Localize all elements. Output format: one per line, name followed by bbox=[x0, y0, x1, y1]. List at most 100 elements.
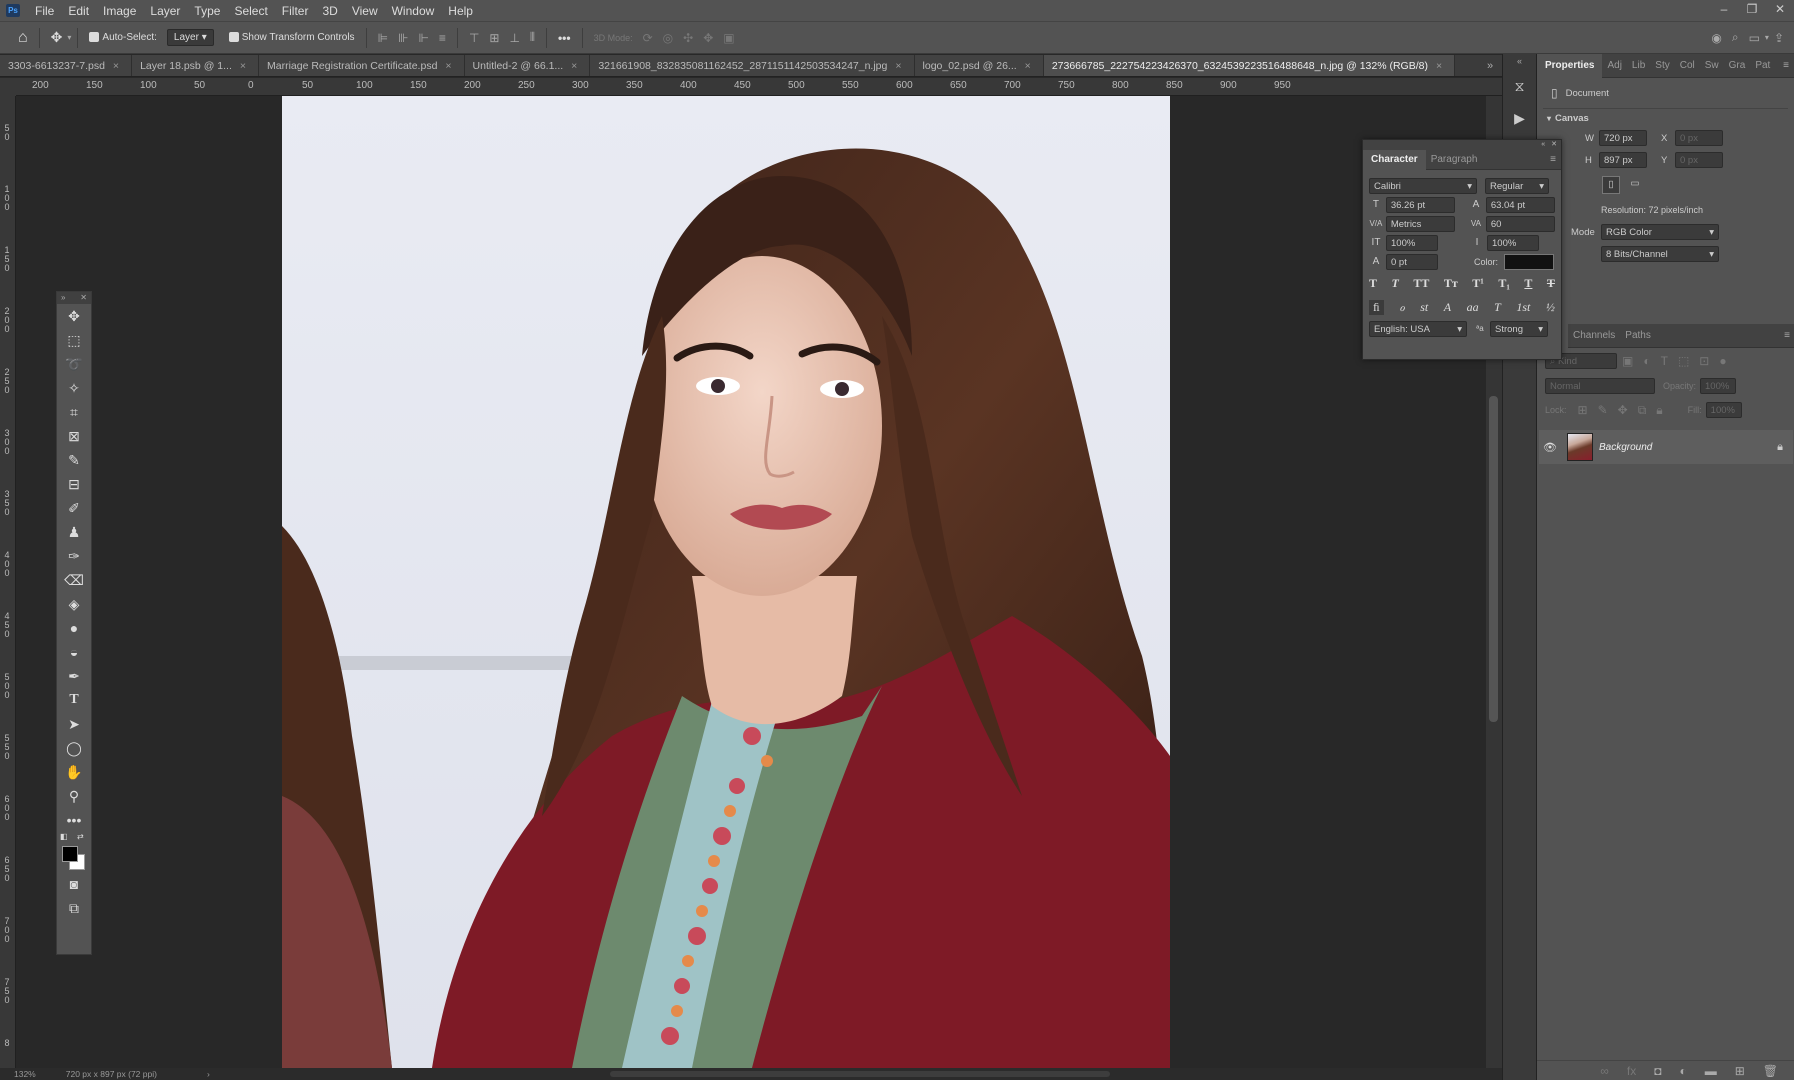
kerning-field[interactable]: Metrics bbox=[1385, 215, 1455, 232]
distribute-icon[interactable]: ≡ bbox=[439, 31, 446, 45]
tab-paragraph[interactable]: Paragraph bbox=[1426, 154, 1483, 165]
tab-swatches[interactable]: Sw bbox=[1700, 60, 1724, 71]
lock-transparent-icon[interactable]: ⊞ bbox=[1578, 403, 1588, 417]
document-tab[interactable]: 3303-6613237-7.psd × bbox=[0, 55, 133, 76]
photoshop-logo-icon[interactable]: Ps bbox=[6, 4, 20, 17]
landscape-orientation-icon[interactable]: ▭ bbox=[1626, 176, 1644, 194]
workspace-icon[interactable]: ▭ bbox=[1749, 31, 1760, 45]
close-icon[interactable]: × bbox=[445, 60, 451, 72]
document-image[interactable] bbox=[282, 96, 1170, 1068]
tab-styles[interactable]: Sty bbox=[1650, 60, 1674, 71]
hand-tool-icon[interactable]: ✋ bbox=[57, 760, 91, 784]
eye-icon[interactable]: 👁︎ bbox=[1539, 441, 1561, 454]
document-tab-active[interactable]: 273666785_222754223426370_63245392235164… bbox=[1043, 55, 1456, 76]
close-icon[interactable]: × bbox=[1025, 60, 1031, 72]
panel-menu-icon[interactable]: ≡ bbox=[1545, 154, 1561, 165]
tab-channels[interactable]: Channels bbox=[1568, 330, 1620, 341]
type-filter-icon[interactable]: T bbox=[1661, 354, 1668, 368]
minimize-icon[interactable]: – bbox=[1710, 0, 1738, 21]
new-layer-icon[interactable]: ⊞ bbox=[1735, 1064, 1745, 1078]
dodge-tool-icon[interactable]: ◒ bbox=[57, 640, 91, 664]
pen-tool-icon[interactable]: ✒ bbox=[57, 664, 91, 688]
x-field[interactable]: 0 px bbox=[1675, 130, 1723, 146]
canvas-section[interactable]: ▾ Canvas bbox=[1537, 109, 1794, 127]
layer-row[interactable]: 👁︎ Background 🔒︎ bbox=[1539, 430, 1793, 464]
swash-button[interactable]: A bbox=[1444, 300, 1451, 315]
magic-wand-icon[interactable]: ✧ bbox=[57, 376, 91, 400]
close-icon[interactable]: × bbox=[113, 60, 119, 72]
more-options-icon[interactable]: ••• bbox=[558, 31, 571, 45]
y-field[interactable]: 0 px bbox=[1675, 152, 1723, 168]
screen-mode-icon[interactable]: ⧉ bbox=[57, 896, 91, 920]
tools-panel-header[interactable]: » ✕ bbox=[57, 292, 91, 304]
tab-adjustments[interactable]: Adj bbox=[1602, 60, 1626, 71]
tab-properties[interactable]: Properties bbox=[1537, 53, 1603, 78]
move-tool-icon[interactable]: ✥ bbox=[57, 304, 91, 328]
share-icon[interactable]: ⇪ bbox=[1774, 31, 1784, 45]
menu-3d[interactable]: 3D bbox=[315, 4, 344, 18]
paint-bucket-icon[interactable]: ◈ bbox=[57, 592, 91, 616]
crop-tool-icon[interactable]: ⌗ bbox=[57, 400, 91, 424]
document-tab[interactable]: Untitled-2 @ 66.1... × bbox=[464, 55, 591, 76]
auto-select-checkbox[interactable]: Auto-Select: bbox=[89, 32, 157, 43]
align-center-icon[interactable]: ⊪ bbox=[398, 31, 408, 45]
auto-select-target-dropdown[interactable]: Layer ▾ bbox=[166, 29, 214, 46]
lock-all-icon[interactable]: 🔒︎ bbox=[1656, 403, 1662, 418]
horizontal-ruler[interactable]: 200 150 100 50 0 50 100 150 200 250 300 350 400 450 50… bbox=[16, 78, 1502, 96]
collapse-icon[interactable]: » bbox=[61, 292, 65, 304]
font-family-dropdown[interactable]: Calibri ▾ bbox=[1369, 177, 1477, 194]
bit-depth-dropdown[interactable]: 8 Bits/Channel ▾ bbox=[1601, 246, 1719, 262]
baseline-shift-field[interactable]: 0 pt bbox=[1386, 253, 1438, 270]
antialias-dropdown[interactable]: Strong ▾ bbox=[1490, 320, 1548, 337]
lock-pixels-icon[interactable]: ✎ bbox=[1598, 403, 1608, 417]
document-tab[interactable]: logo_02.psd @ 26... × bbox=[914, 55, 1044, 76]
close-icon[interactable]: × bbox=[240, 60, 246, 72]
horizontal-scrollbar[interactable] bbox=[610, 1071, 1110, 1077]
strikethrough-button[interactable]: T bbox=[1547, 276, 1555, 291]
fractions-button[interactable]: ½ bbox=[1546, 300, 1555, 315]
align-middle-icon[interactable]: ⊞ bbox=[489, 31, 499, 45]
language-dropdown[interactable]: English: USA ▾ bbox=[1369, 320, 1467, 337]
status-arrow-icon[interactable]: › bbox=[207, 1069, 210, 1079]
mode-dropdown[interactable]: RGB Color ▾ bbox=[1601, 224, 1719, 240]
vertical-scale-field[interactable]: 100% bbox=[1386, 234, 1438, 251]
close-icon[interactable]: ✕ bbox=[1766, 0, 1794, 21]
lock-position-icon[interactable]: ✥ bbox=[1618, 403, 1628, 417]
delete-layer-icon[interactable]: 🗑︎ bbox=[1763, 1064, 1778, 1078]
user-icon[interactable]: ◉ bbox=[1711, 31, 1721, 45]
menu-help[interactable]: Help bbox=[441, 4, 480, 18]
link-layers-icon[interactable]: ∞ bbox=[1600, 1064, 1609, 1078]
vertical-ruler[interactable]: 50 100 150 200 250 300 350 400 450 500 550 600 650 70… bbox=[0, 96, 16, 1068]
lock-artboard-icon[interactable]: ⧉ bbox=[1638, 403, 1647, 418]
discretionary-ligatures-button[interactable]: ℴ bbox=[1399, 300, 1405, 315]
menu-edit[interactable]: Edit bbox=[61, 4, 96, 18]
menu-filter[interactable]: Filter bbox=[275, 4, 316, 18]
text-color-swatch[interactable] bbox=[1504, 253, 1555, 270]
eraser-tool-icon[interactable]: ⌫ bbox=[57, 568, 91, 592]
leading-field[interactable]: 63.04 pt bbox=[1485, 196, 1555, 213]
panel-menu-icon[interactable]: ≡ bbox=[1778, 60, 1794, 71]
pixel-filter-icon[interactable]: ▣ bbox=[1622, 354, 1633, 368]
swap-colors-icon[interactable]: ⇄ bbox=[77, 832, 84, 841]
subscript-button[interactable]: T₁ bbox=[1498, 276, 1510, 291]
menu-view[interactable]: View bbox=[345, 4, 385, 18]
horizontal-scale-field[interactable]: 100% bbox=[1487, 234, 1539, 251]
align-left-icon[interactable]: ⊫ bbox=[378, 31, 388, 45]
tab-patterns[interactable]: Pat bbox=[1750, 60, 1775, 71]
ordinals-button[interactable]: 1st bbox=[1516, 300, 1530, 315]
foreground-color-swatch[interactable] bbox=[62, 846, 78, 862]
contextual-alternates-button[interactable]: T bbox=[1494, 300, 1501, 315]
chevron-down-icon[interactable]: ▾ bbox=[1765, 33, 1769, 42]
opacity-field[interactable]: 100% bbox=[1700, 378, 1737, 394]
ellipse-tool-icon[interactable]: ◯ bbox=[57, 736, 91, 760]
faux-bold-button[interactable]: T bbox=[1369, 276, 1377, 291]
restore-icon[interactable]: ❐ bbox=[1738, 0, 1766, 21]
move-tool-icon[interactable]: ✥ bbox=[51, 29, 63, 46]
align-right-icon[interactable]: ⊩ bbox=[418, 31, 428, 45]
zoom-tool-icon[interactable]: ⚲ bbox=[57, 784, 91, 808]
orbit-icon[interactable]: ⟳ bbox=[643, 31, 653, 45]
underline-button[interactable]: T bbox=[1524, 276, 1532, 291]
width-field[interactable]: 720 px bbox=[1599, 130, 1647, 146]
height-field[interactable]: 897 px bbox=[1599, 152, 1647, 168]
healing-brush-icon[interactable]: ⊟ bbox=[57, 472, 91, 496]
